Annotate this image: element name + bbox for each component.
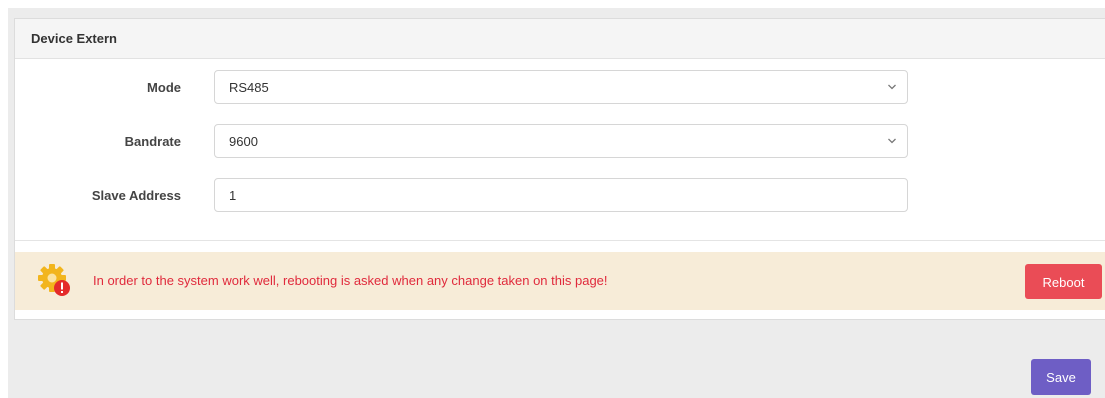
gear-warning-icon bbox=[38, 264, 70, 296]
mode-select[interactable]: RS485 bbox=[214, 70, 908, 104]
mode-label: Mode bbox=[147, 80, 181, 95]
slave-address-input[interactable]: 1 bbox=[214, 178, 908, 212]
slave-address-value: 1 bbox=[229, 188, 237, 203]
chevron-down-icon bbox=[888, 84, 896, 90]
save-button[interactable]: Save bbox=[1031, 359, 1091, 395]
alert-message: In order to the system work well, reboot… bbox=[93, 273, 608, 288]
panel-header: Device Extern bbox=[15, 19, 1105, 59]
device-extern-panel: Device Extern Mode RS485 Bandrate 9600 S… bbox=[14, 18, 1105, 320]
divider bbox=[15, 240, 1105, 241]
reboot-button[interactable]: Reboot bbox=[1025, 264, 1102, 299]
mode-row: Mode RS485 bbox=[15, 70, 1105, 106]
slave-address-label: Slave Address bbox=[91, 188, 181, 203]
bandrate-row: Bandrate 9600 bbox=[15, 124, 1105, 160]
slave-address-row: Slave Address 1 bbox=[15, 178, 1105, 214]
bandrate-label: Bandrate bbox=[124, 134, 181, 149]
mode-select-value: RS485 bbox=[229, 80, 269, 95]
chevron-down-icon bbox=[888, 138, 896, 144]
reboot-alert: In order to the system work well, reboot… bbox=[15, 252, 1105, 310]
panel-title: Device Extern bbox=[31, 31, 117, 46]
bandrate-select[interactable]: 9600 bbox=[214, 124, 908, 158]
bandrate-select-value: 9600 bbox=[229, 134, 258, 149]
